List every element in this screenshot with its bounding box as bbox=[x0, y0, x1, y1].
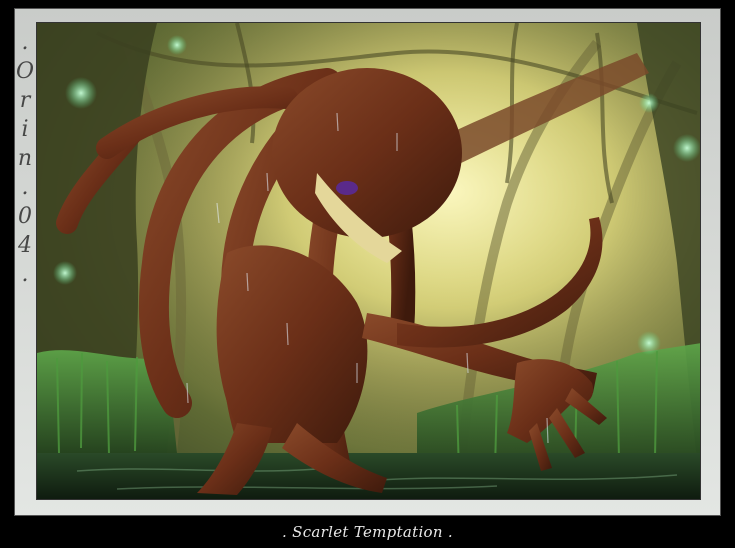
creature-eye bbox=[336, 181, 358, 195]
creature-head bbox=[272, 68, 462, 238]
artwork-title: . Scarlet Temptation . bbox=[282, 523, 453, 541]
signature-char: 4 bbox=[18, 233, 32, 258]
painting-illustration bbox=[37, 23, 700, 499]
signature-char: . bbox=[21, 175, 29, 200]
signature-char: i bbox=[21, 117, 29, 142]
signature-char: n bbox=[17, 146, 33, 171]
signature-char: O bbox=[15, 59, 35, 84]
caption-bar: . Scarlet Temptation . bbox=[0, 516, 735, 548]
artwork-frame: . O r i n . 0 4 . . Scarlet Temptation . bbox=[0, 0, 735, 548]
signature-char: . bbox=[21, 30, 29, 55]
signature-char: r bbox=[19, 88, 31, 113]
signature-char: 0 bbox=[18, 204, 32, 229]
signature-char: . bbox=[21, 262, 29, 287]
painting-canvas bbox=[36, 22, 701, 500]
artist-signature: . O r i n . 0 4 . bbox=[14, 28, 36, 498]
